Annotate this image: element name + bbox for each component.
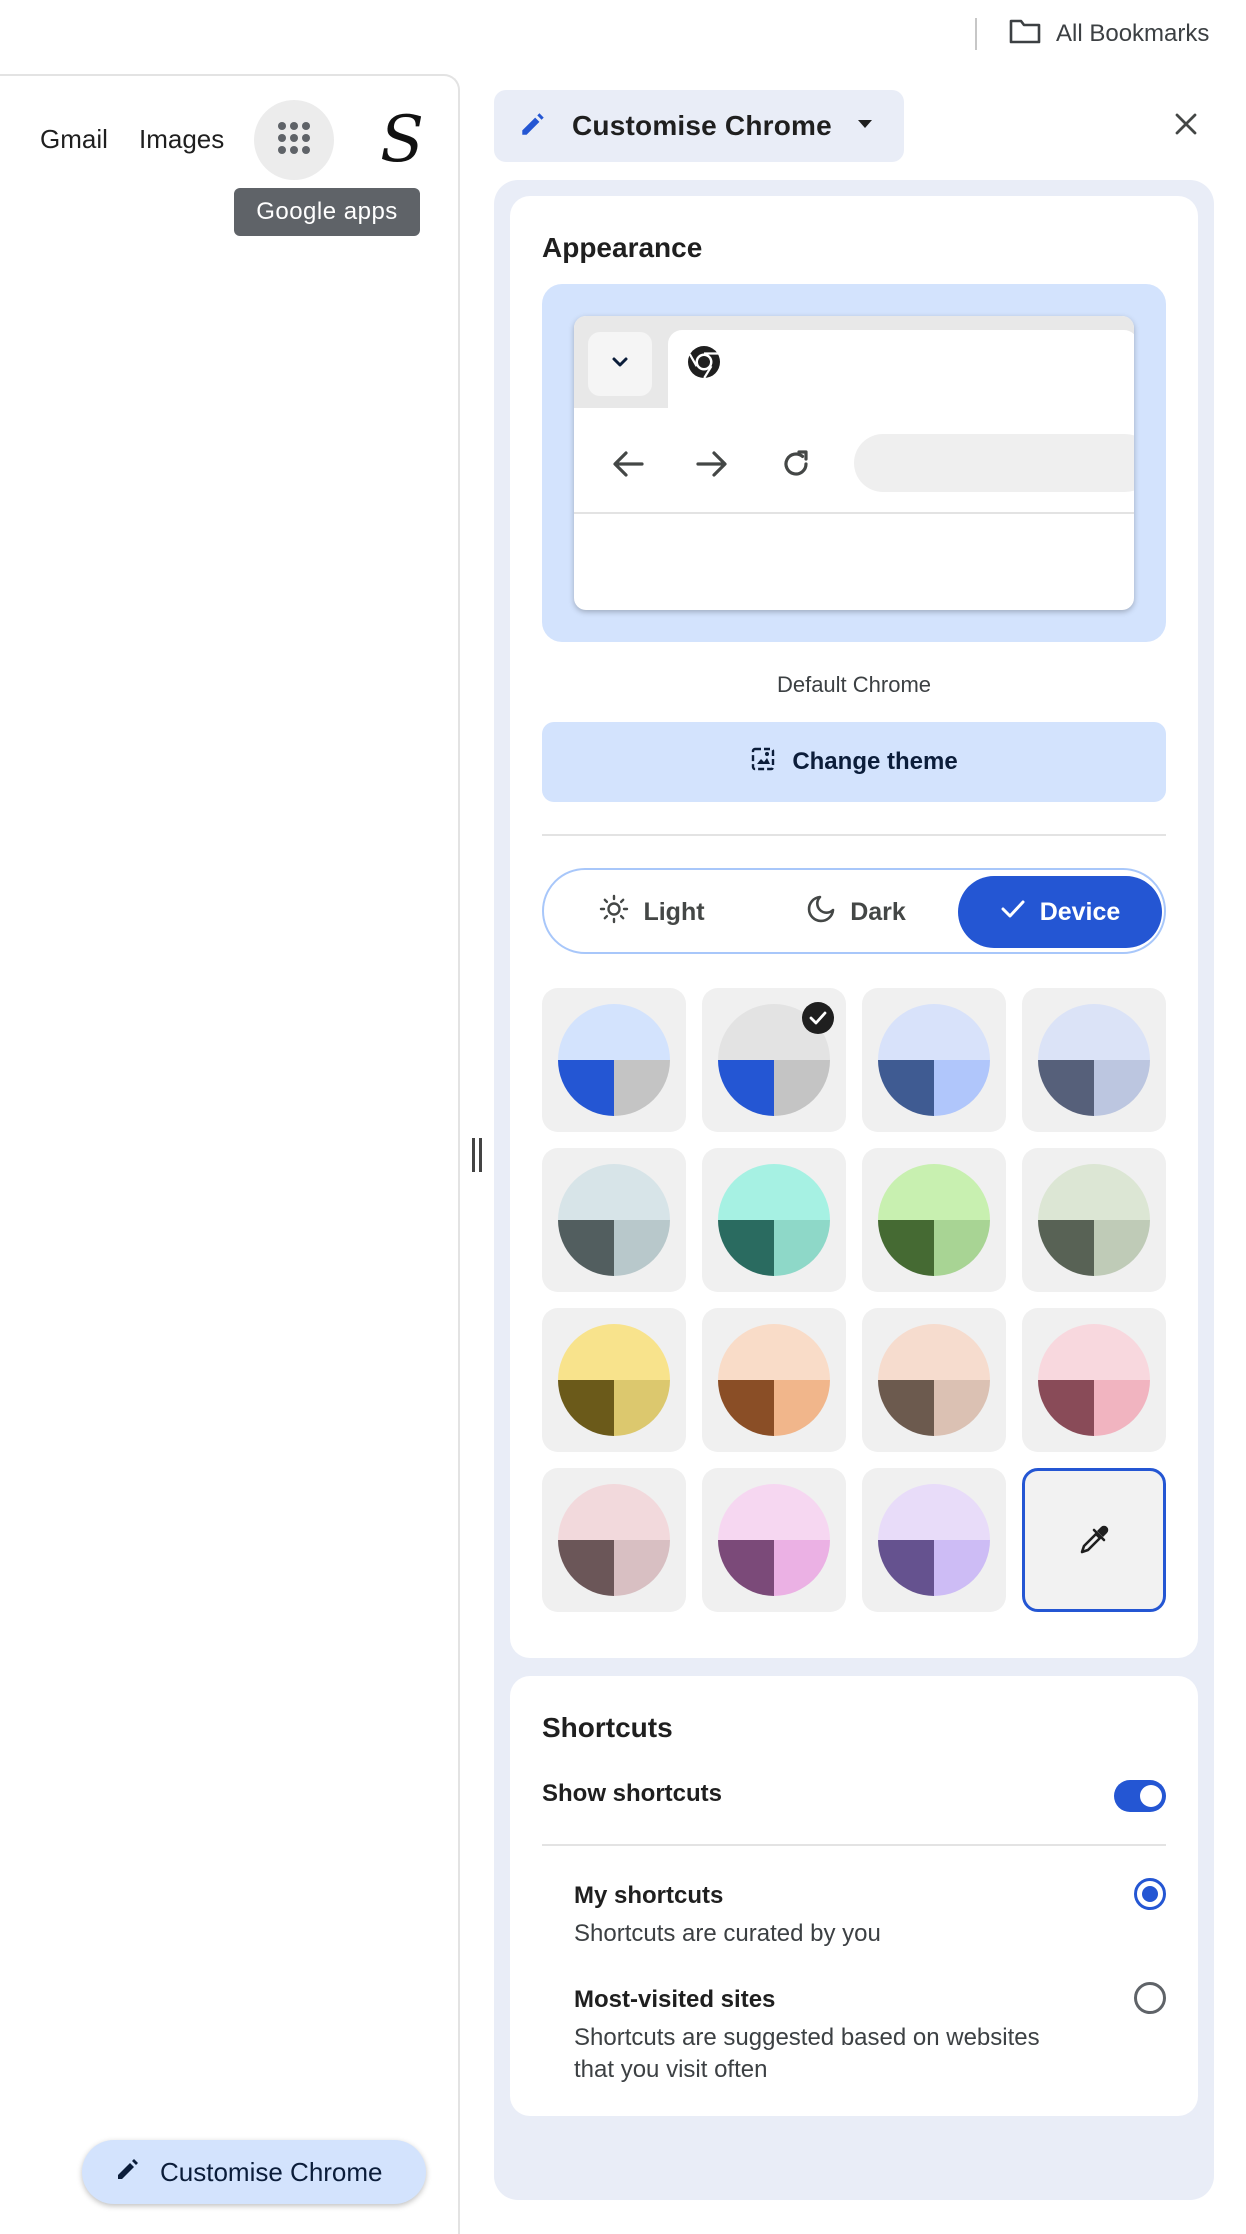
color-mode-selector: Light Dark Device bbox=[542, 868, 1166, 954]
swatch-circle bbox=[558, 1004, 670, 1116]
appearance-heading: Appearance bbox=[542, 232, 703, 263]
swatch-circle bbox=[878, 1164, 990, 1276]
my-shortcuts-title: My shortcuts bbox=[574, 1882, 724, 1909]
color-swatch[interactable] bbox=[862, 1308, 1006, 1452]
most-visited-description-line1: Shortcuts are suggested based on website… bbox=[574, 2024, 1040, 2051]
preview-omnibox bbox=[854, 434, 1134, 492]
change-theme-button[interactable]: Change theme bbox=[542, 722, 1166, 802]
light-mode-button[interactable]: Light bbox=[554, 876, 750, 948]
images-link[interactable]: Images bbox=[139, 124, 224, 155]
swatch-circle bbox=[1038, 1324, 1150, 1436]
swatch-circle bbox=[558, 1484, 670, 1596]
google-apps-tooltip: Google apps bbox=[234, 188, 420, 236]
dark-mode-label: Dark bbox=[850, 897, 906, 926]
selected-check-icon bbox=[802, 1002, 834, 1034]
customise-chrome-label: Customise Chrome bbox=[160, 2156, 383, 2187]
show-shortcuts-label: Show shortcuts bbox=[542, 1780, 723, 1807]
toolbar-separator bbox=[975, 18, 977, 50]
swatch-circle bbox=[1038, 1164, 1150, 1276]
swatch-circle bbox=[878, 1004, 990, 1116]
swatch-circle bbox=[878, 1324, 990, 1436]
device-mode-button[interactable]: Device bbox=[958, 876, 1162, 948]
checkmark-icon bbox=[1000, 898, 1026, 927]
change-theme-label: Change theme bbox=[792, 748, 958, 775]
google-apps-button[interactable] bbox=[254, 100, 334, 180]
sun-icon bbox=[599, 894, 629, 931]
close-icon bbox=[1174, 112, 1198, 141]
toggle-knob bbox=[1140, 1785, 1162, 1807]
color-swatch[interactable] bbox=[702, 988, 846, 1132]
preview-tab-search-button bbox=[588, 332, 652, 396]
apps-grid-icon bbox=[277, 121, 311, 160]
color-swatch[interactable] bbox=[1022, 1308, 1166, 1452]
color-swatch[interactable] bbox=[862, 988, 1006, 1132]
my-shortcuts-description: Shortcuts are curated by you bbox=[574, 1920, 881, 1947]
panel-title: Customise Chrome bbox=[572, 110, 832, 141]
custom-color-button[interactable] bbox=[1022, 1468, 1166, 1612]
preview-browser-window bbox=[574, 316, 1134, 610]
chevron-down-icon bbox=[611, 355, 629, 373]
color-swatch[interactable] bbox=[702, 1468, 846, 1612]
account-avatar[interactable]: S bbox=[362, 100, 442, 180]
close-panel-button[interactable] bbox=[1168, 108, 1204, 144]
pencil-icon bbox=[114, 2155, 142, 2190]
color-swatch[interactable] bbox=[1022, 1148, 1166, 1292]
panel-resize-handle[interactable] bbox=[470, 1138, 484, 1172]
pencil-icon bbox=[518, 109, 548, 144]
all-bookmarks-button[interactable]: All Bookmarks bbox=[1008, 14, 1209, 54]
moon-icon bbox=[806, 894, 836, 931]
swatch-circle bbox=[878, 1484, 990, 1596]
back-arrow-icon bbox=[608, 444, 648, 484]
divider bbox=[542, 1844, 1166, 1846]
folder-icon bbox=[1008, 17, 1042, 52]
swatch-circle bbox=[718, 1164, 830, 1276]
new-tab-page bbox=[0, 74, 460, 2234]
customise-chrome-button[interactable]: Customise Chrome bbox=[82, 2140, 426, 2204]
swatch-circle bbox=[718, 1324, 830, 1436]
most-visited-radio[interactable] bbox=[1134, 1982, 1166, 2014]
image-theme-icon bbox=[750, 746, 776, 779]
eyedropper-icon bbox=[1076, 1522, 1112, 1558]
device-mode-label: Device bbox=[1039, 897, 1121, 926]
swatch-circle bbox=[718, 1484, 830, 1596]
color-swatch[interactable] bbox=[542, 1468, 686, 1612]
swatch-circle bbox=[1038, 1004, 1150, 1116]
color-swatch[interactable] bbox=[542, 988, 686, 1132]
color-swatch[interactable] bbox=[542, 1148, 686, 1292]
most-visited-description-line2: that you visit often bbox=[574, 2056, 768, 2083]
divider bbox=[542, 834, 1166, 836]
panel-selector[interactable]: Customise Chrome bbox=[494, 90, 904, 162]
color-swatch[interactable] bbox=[1022, 988, 1166, 1132]
swatch-circle bbox=[558, 1164, 670, 1276]
light-mode-label: Light bbox=[643, 897, 705, 926]
shortcuts-heading: Shortcuts bbox=[542, 1712, 673, 1743]
reload-icon bbox=[776, 444, 816, 484]
color-swatch[interactable] bbox=[542, 1308, 686, 1452]
dropdown-arrow-icon bbox=[856, 117, 874, 135]
forward-arrow-icon bbox=[692, 444, 732, 484]
chrome-logo-icon bbox=[686, 344, 722, 380]
color-swatch[interactable] bbox=[702, 1308, 846, 1452]
color-swatch[interactable] bbox=[862, 1148, 1006, 1292]
preview-tab bbox=[668, 330, 1134, 410]
current-theme-name: Default Chrome bbox=[776, 672, 932, 697]
color-swatch[interactable] bbox=[702, 1148, 846, 1292]
most-visited-title: Most-visited sites bbox=[574, 1986, 776, 2013]
my-shortcuts-radio[interactable] bbox=[1134, 1878, 1166, 1910]
swatch-circle bbox=[558, 1324, 670, 1436]
gmail-link[interactable]: Gmail bbox=[40, 124, 108, 155]
show-shortcuts-toggle[interactable] bbox=[1114, 1780, 1166, 1812]
color-swatch[interactable] bbox=[862, 1468, 1006, 1612]
dark-mode-button[interactable]: Dark bbox=[758, 876, 954, 948]
all-bookmarks-label: All Bookmarks bbox=[1056, 20, 1210, 47]
